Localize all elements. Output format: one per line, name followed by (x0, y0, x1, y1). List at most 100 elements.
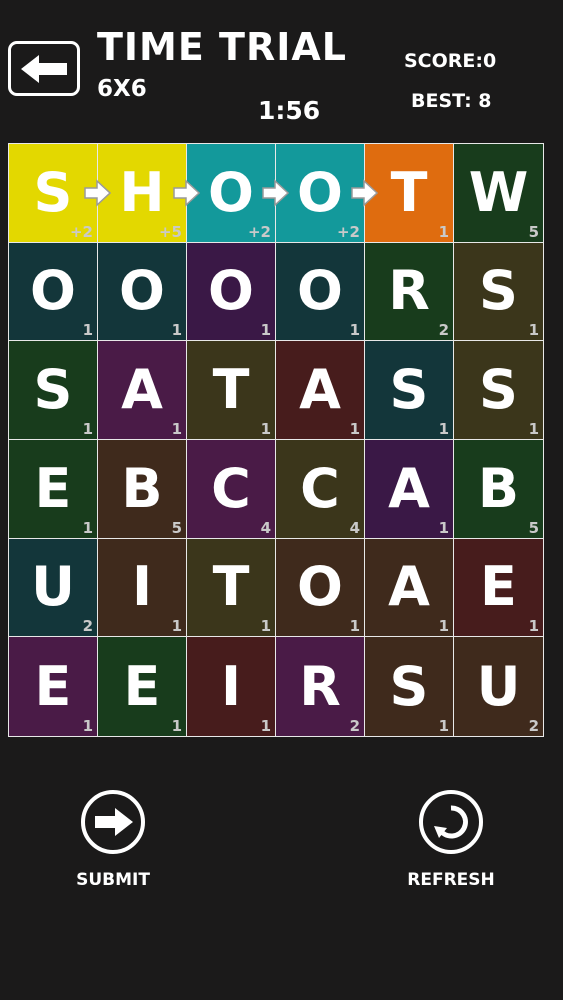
tile-letter: R (388, 259, 430, 323)
letter-tile[interactable]: S1 (9, 341, 98, 440)
submit-label: SUBMIT (76, 870, 150, 890)
tile-letter: E (34, 654, 72, 718)
tile-letter: T (212, 358, 250, 422)
tile-letter: T (390, 160, 428, 224)
tile-points: 2 (349, 716, 360, 735)
letter-tile[interactable]: H +5 (98, 144, 200, 243)
letter-tile[interactable]: A1 (98, 341, 187, 440)
tile-points: 1 (171, 617, 182, 636)
letter-tile[interactable]: U2 (454, 637, 543, 736)
letter-tile[interactable]: O1 (187, 242, 276, 342)
tile-letter: S (33, 160, 73, 224)
tile-points: 1 (82, 716, 93, 735)
letter-tile[interactable]: I1 (98, 538, 187, 638)
letter-tile[interactable]: A1 (365, 439, 454, 539)
tile-letter: C (300, 456, 340, 520)
tile-letter: O (297, 555, 343, 619)
letter-tile[interactable]: W5 (454, 144, 543, 243)
letter-tile[interactable]: T1 (187, 341, 276, 440)
path-arrow-icon (262, 179, 289, 207)
letter-tile[interactable]: T1 (187, 538, 276, 638)
letter-tile[interactable]: E1 (9, 439, 98, 539)
tile-letter: T (212, 555, 250, 619)
arrow-right-icon (95, 808, 133, 836)
refresh-button[interactable] (419, 790, 483, 854)
letter-tile[interactable]: E1 (454, 538, 543, 638)
letter-tile[interactable]: O +2 (187, 144, 289, 243)
letter-tile[interactable]: A1 (365, 538, 454, 638)
game-screen: TIME TRIAL 6X6 1:56 SCORE:0 BEST: 8 S +2 H… (0, 0, 563, 1000)
letter-tile[interactable]: S1 (454, 341, 543, 440)
tile-letter: I (131, 555, 153, 619)
tile-points: 1 (438, 222, 449, 241)
tile-points: 1 (349, 617, 360, 636)
tile-points: +2 (336, 222, 360, 241)
best-score-label: BEST: 8 (411, 90, 492, 112)
letter-tile[interactable]: O1 (9, 242, 98, 342)
letter-tile[interactable]: B5 (98, 439, 187, 539)
board-size-label: 6X6 (97, 76, 147, 102)
letter-tile[interactable]: O1 (276, 242, 365, 342)
tile-letter: O (297, 160, 343, 224)
letter-tile[interactable]: O1 (276, 538, 365, 638)
tile-points: 5 (171, 518, 182, 537)
letter-tile[interactable]: A1 (276, 341, 365, 440)
letter-tile[interactable]: E1 (9, 637, 98, 736)
letter-tile[interactable]: S1 (454, 242, 543, 342)
tile-letter: O (119, 259, 165, 323)
tile-points: 1 (171, 419, 182, 438)
tile-points: 5 (528, 222, 539, 241)
tile-letter: O (297, 259, 343, 323)
tile-points: 1 (438, 716, 449, 735)
tile-points: 1 (171, 321, 182, 340)
tile-letter: A (299, 358, 341, 422)
tile-points: 1 (349, 419, 360, 438)
letter-tile[interactable]: I1 (187, 637, 276, 736)
letter-tile[interactable]: R2 (276, 637, 365, 736)
tile-points: 2 (438, 321, 449, 340)
tile-points: 1 (171, 716, 182, 735)
letter-tile[interactable]: U2 (9, 538, 98, 638)
tile-points: 1 (438, 419, 449, 438)
tile-points: +2 (69, 222, 93, 241)
tile-points: +5 (158, 222, 182, 241)
tile-letter: O (208, 259, 254, 323)
letter-tile[interactable]: S1 (365, 341, 454, 440)
path-arrow-icon (84, 179, 111, 207)
tile-points: 1 (528, 321, 539, 340)
tile-letter: A (388, 555, 430, 619)
tile-letter: A (121, 358, 163, 422)
tile-points: 1 (528, 617, 539, 636)
tile-letter: H (119, 160, 165, 224)
tile-letter: C (211, 456, 251, 520)
tile-points: 5 (528, 518, 539, 537)
tile-points: 1 (349, 321, 360, 340)
tile-letter: S (389, 358, 429, 422)
letter-tile[interactable]: O +2 (276, 144, 378, 243)
letter-tile[interactable]: C4 (187, 439, 276, 539)
letter-tile[interactable]: S1 (365, 637, 454, 736)
letter-tile[interactable]: E1 (98, 637, 187, 736)
letter-tile[interactable]: O1 (98, 242, 187, 342)
tile-letter: I (220, 654, 242, 718)
letter-tile[interactable]: B5 (454, 439, 543, 539)
path-arrow-icon (173, 179, 200, 207)
tile-points: 1 (260, 419, 271, 438)
tile-letter: E (480, 555, 517, 619)
letter-tile[interactable]: C4 (276, 439, 365, 539)
tile-points: 1 (82, 419, 93, 438)
submit-button[interactable] (81, 790, 145, 854)
letter-tile[interactable]: S +2 (9, 144, 111, 243)
tile-letter: E (34, 456, 72, 520)
back-button[interactable] (8, 41, 80, 96)
timer: 1:56 (258, 96, 321, 125)
tile-points: 1 (260, 716, 271, 735)
letter-tile[interactable]: T1 (365, 144, 454, 243)
tile-letter: E (123, 654, 161, 718)
letter-tile[interactable]: R2 (365, 242, 454, 342)
tile-points: 1 (260, 321, 271, 340)
undo-arrow-icon (434, 805, 468, 839)
tile-letter: S (479, 259, 518, 323)
tile-letter: A (388, 456, 430, 520)
tile-letter: W (468, 160, 529, 224)
